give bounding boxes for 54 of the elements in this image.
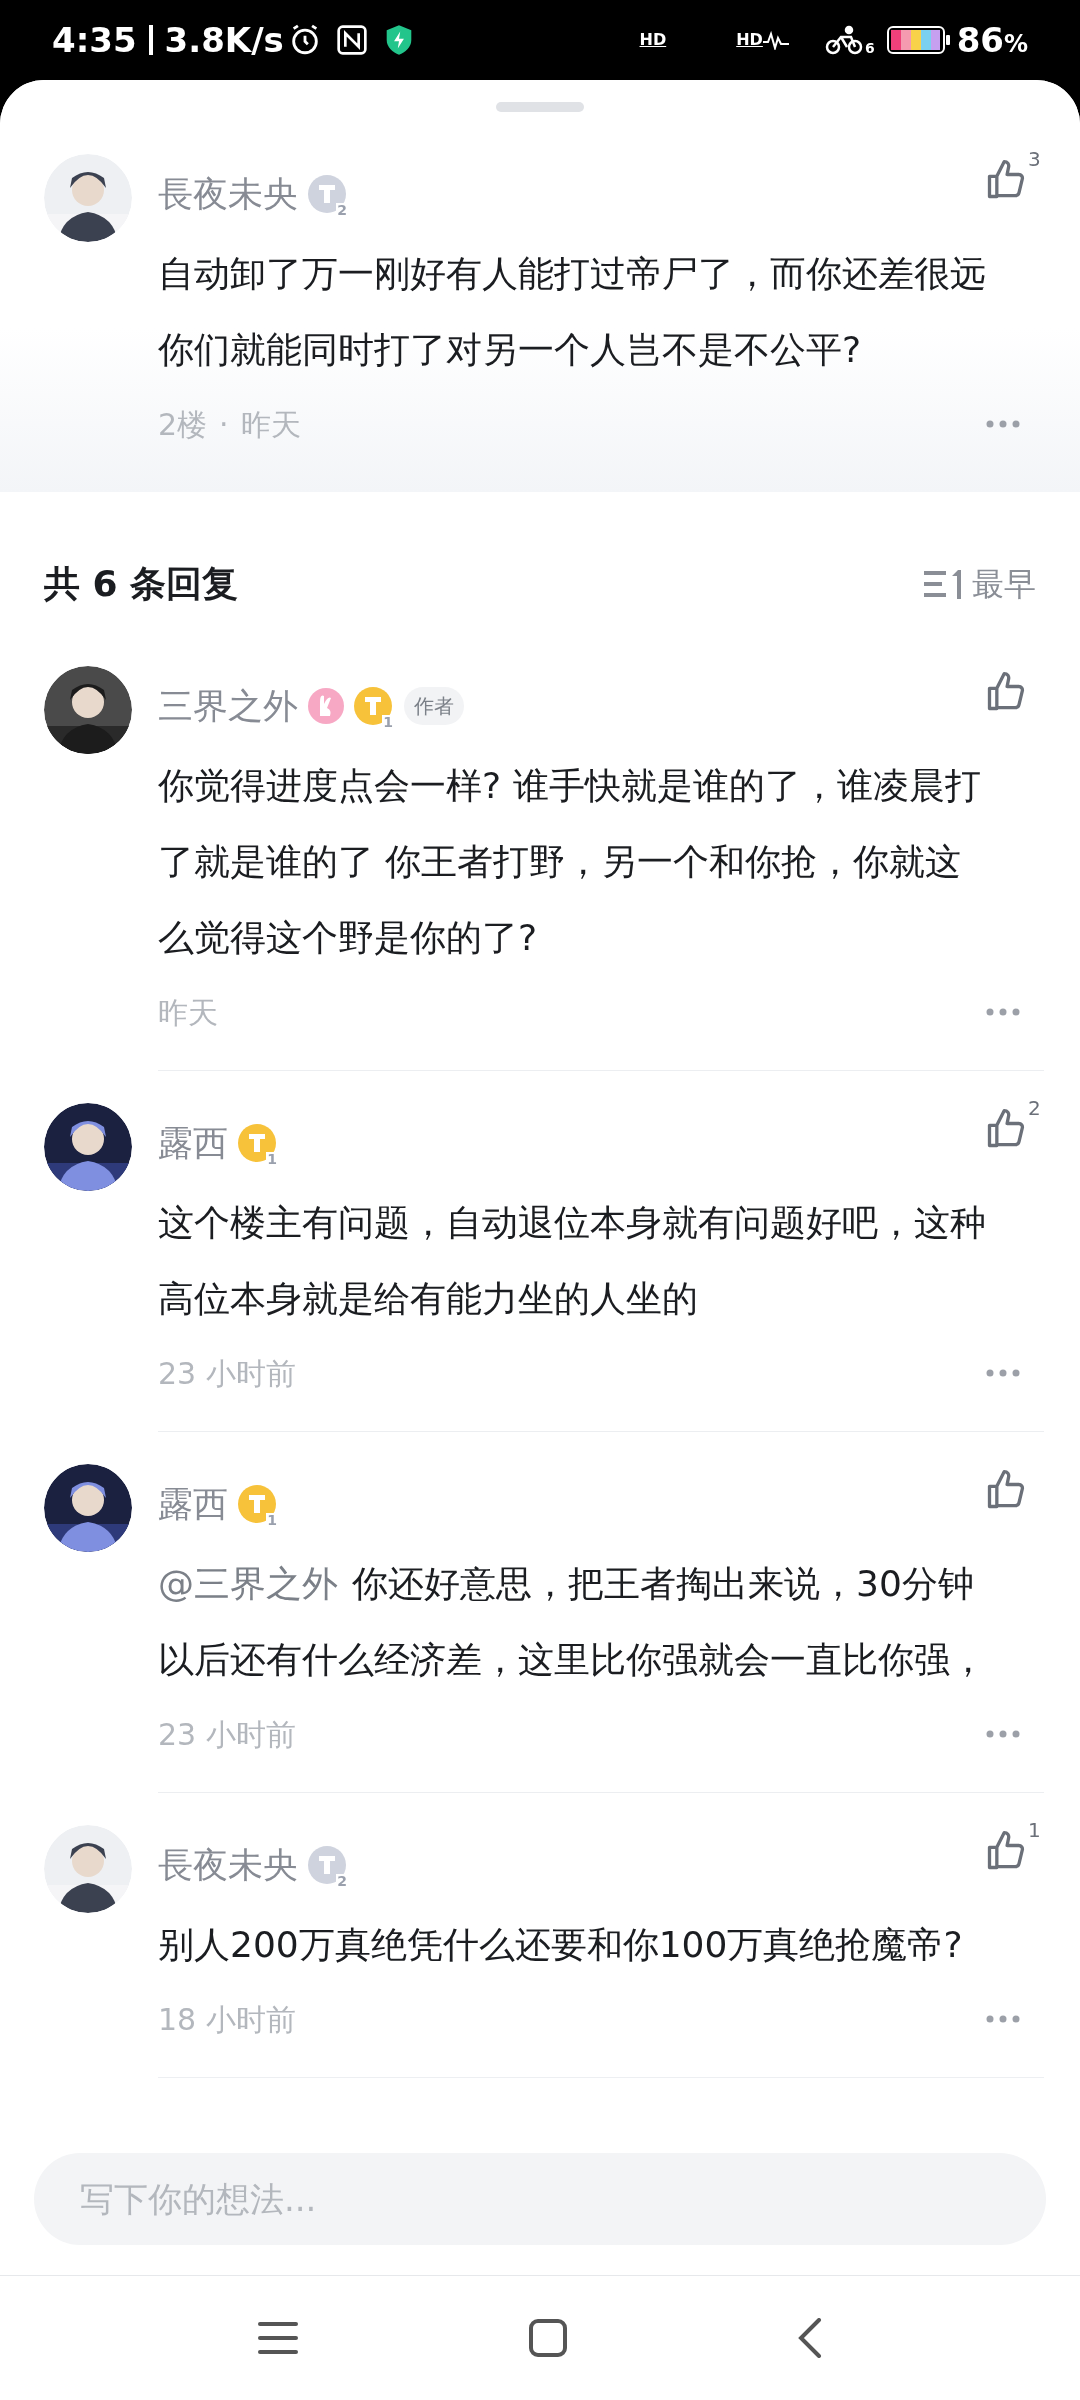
t-coin-icon xyxy=(318,1855,336,1875)
nfc-icon xyxy=(335,24,368,56)
level-number: 1 xyxy=(266,1152,278,1166)
comment-text: @三界之外 你还好意思，把王者掏出来说，30分钟以后还有什么经济差，这里比你强就会一直比你强， xyxy=(158,1562,987,1682)
user-name[interactable]: 三界之外 xyxy=(158,679,298,733)
user-name[interactable]: 露西 xyxy=(158,1116,228,1170)
hd-icon: HD xyxy=(639,28,667,52)
level-number: 2 xyxy=(336,1874,348,1888)
like-count: 1 xyxy=(1028,1817,1041,1844)
comment-time: 23 小时前 xyxy=(158,1715,296,1754)
level-number: 1 xyxy=(382,715,394,729)
t-coin-icon xyxy=(364,696,382,716)
mention-link[interactable]: @三界之外 xyxy=(158,1563,338,1604)
level-number: 1 xyxy=(266,1513,278,1527)
level-number: 2 xyxy=(336,203,348,217)
more-icon[interactable] xyxy=(986,1369,1020,1377)
back-icon[interactable] xyxy=(798,2318,822,2358)
home-icon[interactable] xyxy=(528,2318,568,2358)
t-coin-icon xyxy=(248,1494,266,1514)
bike-count: 6 xyxy=(864,41,875,55)
comment-text: 你觉得进度点会一样? 谁手快就是谁的了，谁凌晨打了就是谁的了 你王者打野，另一个和你抢，你就这么觉得这个野是你的了? xyxy=(158,764,982,960)
battery-percent: 86% xyxy=(956,18,1028,62)
comment-time: 23 小时前 xyxy=(158,1354,296,1393)
sort-button[interactable]: 最早 xyxy=(924,560,1036,608)
comment-time: 昨天 xyxy=(240,405,301,444)
more-icon[interactable] xyxy=(986,1008,1020,1016)
t-coin-icon xyxy=(318,184,336,204)
separator-dot: · xyxy=(219,405,229,444)
hd-signal-icon: HD xyxy=(736,28,763,52)
comment-time: 昨天 xyxy=(158,993,218,1032)
floor-number: 2楼 xyxy=(158,405,208,444)
menu-icon[interactable] xyxy=(258,2320,298,2356)
comment-text: 自动卸了万一刚好有人能打过帝尸了，而你还差很远你们就能同时打了对另一个人岂不是不公平? xyxy=(158,252,987,372)
battery-icon xyxy=(886,26,951,54)
more-icon[interactable] xyxy=(986,1730,1020,1738)
wave-icon xyxy=(762,30,789,50)
bicycle-icon xyxy=(824,25,865,55)
comment-text: 这个楼主有问题，自动退位本身就有问题好吧，这种高位本身就是给有能力坐的人坐的 xyxy=(158,1201,987,1321)
comment-input-field[interactable]: 写下你的想法... xyxy=(34,2153,1046,2245)
t-coin-icon xyxy=(248,1133,266,1153)
sort-icon xyxy=(924,568,962,600)
drag-handle[interactable] xyxy=(496,102,584,112)
user-name[interactable]: 露西 xyxy=(158,1477,228,1531)
comment-time: 18 小时前 xyxy=(158,2000,296,2039)
more-icon[interactable] xyxy=(986,2015,1020,2023)
user-name[interactable]: 長夜未央 xyxy=(158,1838,298,1892)
like-count: 2 xyxy=(1028,1095,1041,1122)
network-speed: 3.8K/s xyxy=(164,18,284,62)
author-tag: 作者 xyxy=(404,687,464,725)
like-count: 3 xyxy=(1028,146,1041,173)
replies-count-title: 共 6 条回复 xyxy=(44,562,239,606)
comment-text: 别人200万真绝凭什么还要和你100万真绝抢魔帝? xyxy=(158,1923,964,1967)
user-name[interactable]: 長夜未央 xyxy=(158,167,298,221)
clock-time: 4:35 xyxy=(52,18,137,62)
